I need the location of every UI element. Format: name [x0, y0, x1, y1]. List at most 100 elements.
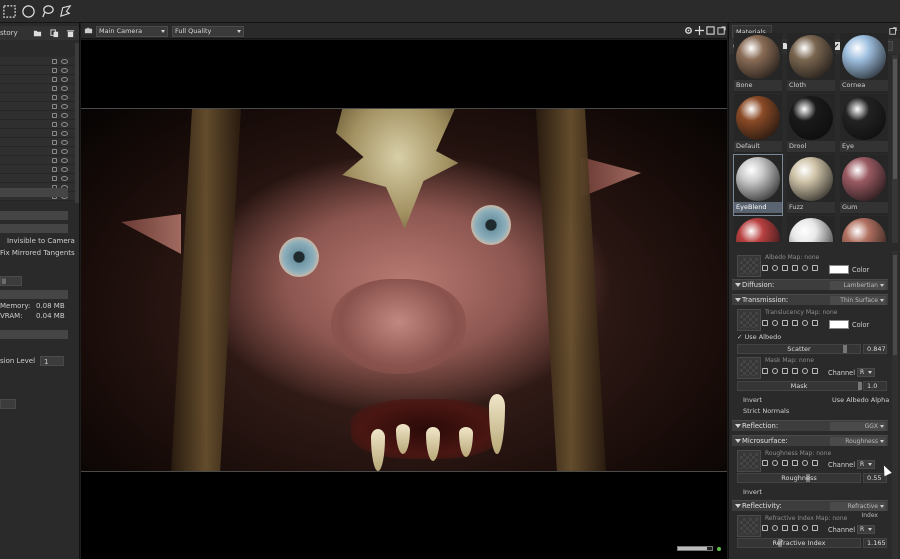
gear-icon[interactable] [762, 525, 768, 531]
material-swatch-default[interactable]: Default [734, 94, 782, 154]
freehand-select-icon[interactable] [57, 3, 73, 19]
texture-icon[interactable] [782, 320, 788, 326]
eyedropper-icon[interactable] [792, 320, 798, 326]
magnifier-icon[interactable] [772, 525, 778, 531]
circle-select-icon[interactable] [20, 3, 36, 19]
quality-select[interactable]: Full Quality [172, 26, 244, 37]
material-swatch-cornea[interactable]: Cornea [840, 33, 888, 93]
lock-icon[interactable] [52, 86, 57, 91]
invisible-to-camera-label[interactable]: Invisible to Camera [7, 237, 75, 245]
reflectivity-mode-dropdown[interactable]: Refractive Index [830, 502, 886, 519]
refresh-icon[interactable] [802, 265, 808, 271]
scene-tree-row[interactable] [0, 138, 75, 147]
visibility-eye-icon[interactable] [61, 104, 68, 109]
reflectivity-section-header[interactable]: Reflectivity: Refractive Index [732, 500, 888, 519]
refractive-channel-dropdown[interactable]: R [857, 525, 875, 534]
transmission-mode-dropdown[interactable]: Thin Surface [830, 296, 886, 305]
material-swatch-eyeblend[interactable]: EyeBlend [733, 154, 783, 216]
material-swatch-drool[interactable]: Drool [787, 94, 835, 154]
lock-icon[interactable] [52, 59, 57, 64]
microsurface-mode-dropdown[interactable]: Roughness [830, 437, 886, 446]
scene-tree-row[interactable] [0, 165, 75, 174]
scene-tree-row[interactable] [0, 84, 75, 93]
scene-tree-row[interactable] [0, 57, 75, 66]
visibility-eye-icon[interactable] [61, 77, 68, 82]
visibility-eye-icon[interactable] [61, 113, 68, 118]
folder-icon[interactable] [33, 29, 42, 38]
camera-icon[interactable] [84, 26, 93, 35]
maximize-icon[interactable] [706, 26, 715, 35]
scene-tree-row[interactable] [0, 129, 75, 138]
properties-scrollbar[interactable] [892, 251, 898, 559]
roughness-channel-dropdown[interactable]: R [857, 460, 875, 469]
visibility-eye-icon[interactable] [61, 95, 68, 100]
camera-select[interactable]: Main Camera [96, 26, 168, 37]
scene-tree-row[interactable] [0, 102, 75, 111]
trash-icon[interactable] [66, 29, 75, 38]
lock-icon[interactable] [52, 158, 57, 163]
refresh-icon[interactable] [802, 320, 808, 326]
mask-slider[interactable]: Mask [737, 381, 862, 391]
subdivision-level-stepper[interactable]: 1 [40, 356, 64, 366]
visibility-eye-icon[interactable] [61, 59, 68, 64]
roughness-map-thumbnail[interactable] [737, 450, 761, 472]
translucency-color-swatch[interactable] [829, 320, 849, 329]
gear-icon[interactable] [762, 320, 768, 326]
roughness-slider[interactable]: Roughness [737, 473, 861, 483]
texture-icon[interactable] [782, 368, 788, 374]
invert-roughness-checkbox[interactable]: Invert [743, 488, 762, 496]
gear-icon[interactable] [684, 26, 693, 35]
eyedropper-icon[interactable] [792, 460, 798, 466]
duplicate-icon[interactable] [50, 29, 59, 38]
refractive-index-slider[interactable]: Refractive Index [737, 538, 861, 548]
object-section-header[interactable] [0, 211, 68, 220]
lock-icon[interactable] [52, 122, 57, 127]
visibility-eye-icon[interactable] [61, 167, 68, 172]
move-icon[interactable] [695, 26, 704, 35]
diffusion-mode-dropdown[interactable]: Lambertian [830, 281, 886, 290]
use-albedo-checkbox[interactable]: ✓ Use Albedo [737, 333, 781, 341]
scene-tree-row[interactable] [0, 174, 75, 183]
material-grid-scrollbar[interactable] [892, 55, 898, 243]
lock-icon[interactable] [52, 167, 57, 172]
eyedropper-icon[interactable] [792, 525, 798, 531]
material-swatch[interactable] [840, 216, 888, 242]
albedo-map-thumbnail[interactable] [737, 255, 761, 277]
magnifier-icon[interactable] [772, 265, 778, 271]
lock-icon[interactable] [52, 104, 57, 109]
scene-tree-row[interactable] [0, 156, 75, 165]
mode-dropdown[interactable]: ll [0, 276, 22, 286]
reflection-section-header[interactable]: Reflection: GGX [732, 420, 888, 431]
material-swatch-fuzz[interactable]: Fuzz [787, 155, 835, 215]
microsurface-section-header[interactable]: Microsurface: Roughness [732, 435, 888, 446]
refractive-index-value[interactable]: 1.165 [863, 538, 887, 548]
scene-tree-row[interactable] [0, 75, 75, 84]
scene-tree-row[interactable] [0, 147, 75, 156]
visibility-eye-icon[interactable] [61, 68, 68, 73]
magnifier-icon[interactable] [772, 368, 778, 374]
visibility-eye-icon[interactable] [61, 140, 68, 145]
texture-icon[interactable] [782, 525, 788, 531]
scene-tree-scrollbar[interactable] [75, 43, 79, 203]
mask-value[interactable]: 1.0 [863, 381, 887, 391]
gear-icon[interactable] [762, 265, 768, 271]
object-property-field[interactable] [0, 224, 68, 233]
eyedropper-icon[interactable] [792, 265, 798, 271]
scatter-slider[interactable]: Scatter [737, 344, 861, 354]
visibility-eye-icon[interactable] [61, 176, 68, 181]
lock-icon[interactable] [52, 131, 57, 136]
popout-icon[interactable] [889, 27, 897, 35]
lock-icon[interactable] [52, 95, 57, 100]
close-icon[interactable] [812, 265, 818, 271]
lock-icon[interactable] [52, 77, 57, 82]
lock-icon[interactable] [52, 149, 57, 154]
refresh-icon[interactable] [802, 525, 808, 531]
reflection-mode-dropdown[interactable]: GGX [830, 422, 886, 431]
gear-icon[interactable] [762, 460, 768, 466]
close-icon[interactable] [812, 460, 818, 466]
mask-map-thumbnail[interactable] [737, 357, 761, 379]
close-icon[interactable] [812, 320, 818, 326]
scene-tree-row[interactable] [0, 66, 75, 75]
popout-icon[interactable] [717, 26, 726, 35]
magnifier-icon[interactable] [772, 320, 778, 326]
